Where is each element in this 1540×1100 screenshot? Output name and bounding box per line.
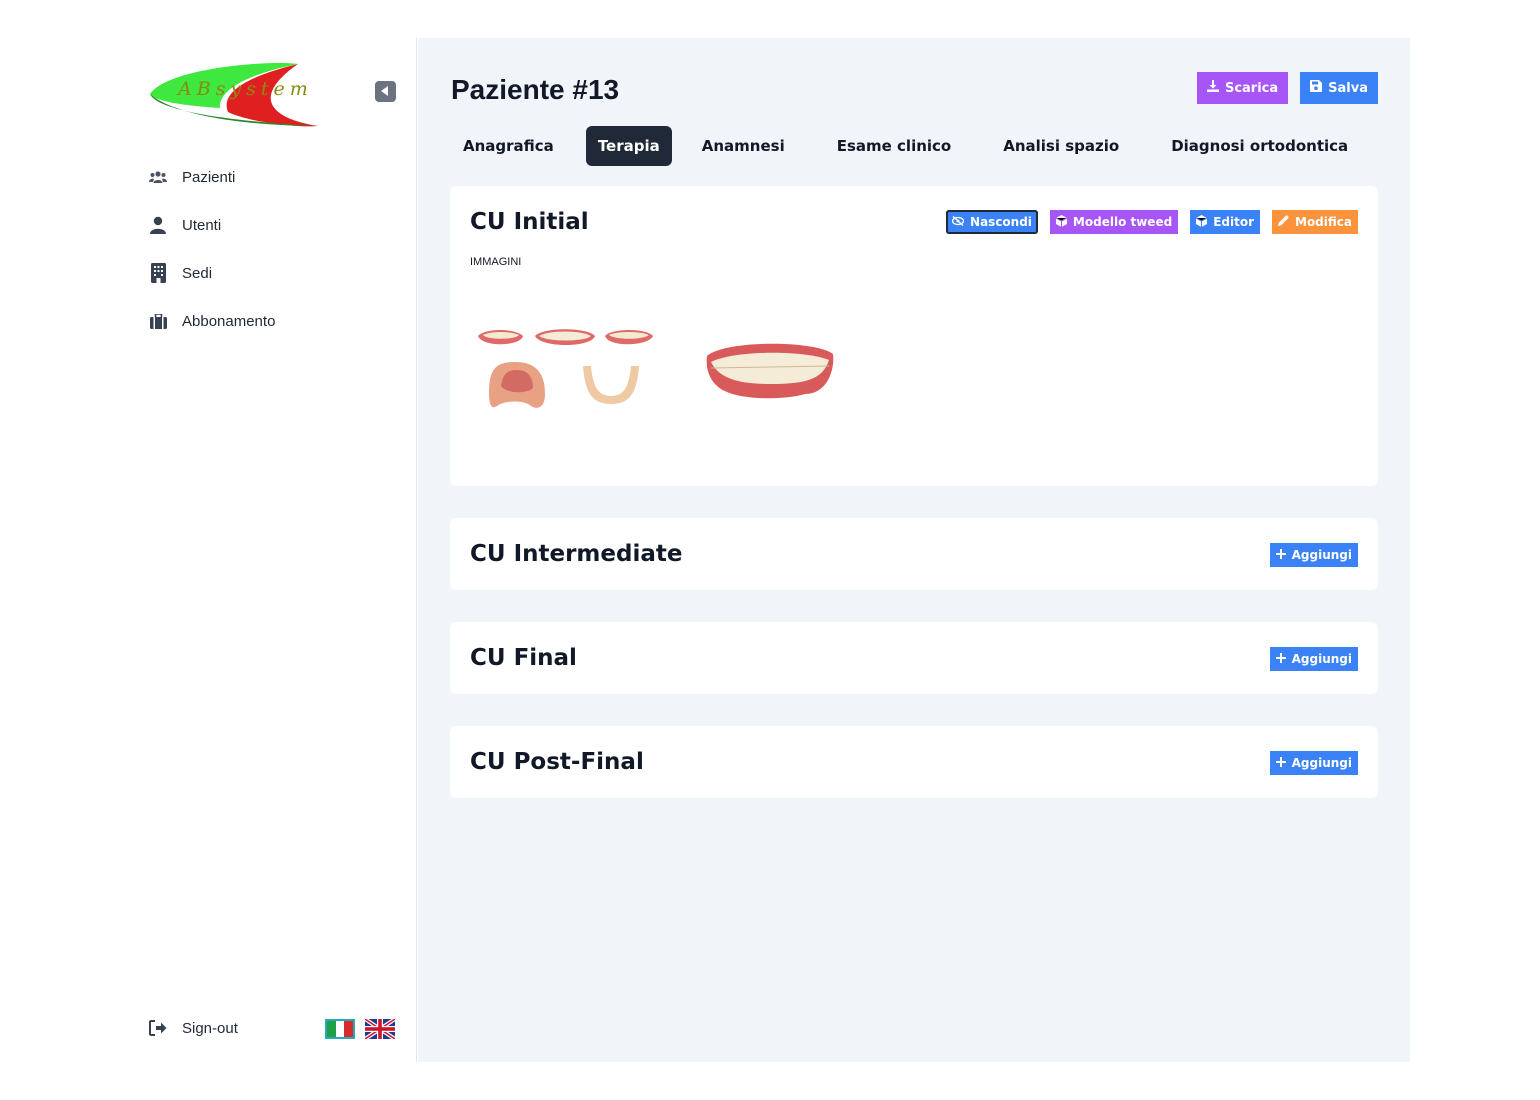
sidebar-item-pazienti[interactable]: Pazienti [148,162,398,192]
sidebar-item-abbonamento[interactable]: Abbonamento [148,306,398,336]
language-switcher [325,1017,397,1041]
sidebar-item-label: Utenti [182,216,222,234]
cu-intermediate-title: CU Intermediate [470,541,683,567]
user-icon [148,215,168,235]
tab-terapia[interactable]: Terapia [585,126,672,166]
dental-photo-collage[interactable] [475,324,655,424]
sidebar-item-label: Pazienti [182,168,236,186]
dental-3d-model-preview[interactable] [705,338,835,400]
download-button[interactable]: Scarica [1196,72,1289,104]
sign-out-icon [148,1018,168,1038]
cu-initial-title: CU Initial [470,209,589,235]
sign-out-label: Sign-out [182,1019,238,1037]
users-icon [148,167,168,187]
page-title: Paziente #13 [451,74,620,105]
add-post-final-button[interactable]: Aggiungi [1269,751,1358,775]
sign-out-button[interactable]: Sign-out [148,1018,238,1038]
plus-icon [1275,548,1286,562]
add-label: Aggiungi [1291,652,1352,666]
images-section-label: IMMAGINI [470,256,522,268]
cu-intermediate-actions: Aggiungi [1269,543,1358,567]
app-root: ABsystem Pazienti Utenti Sedi Abbonament… [130,38,1410,1062]
tab-anamnesi[interactable]: Anamnesi [690,126,797,166]
sidebar-item-utenti[interactable]: Utenti [148,210,398,240]
cu-final-title: CU Final [470,645,577,671]
add-label: Aggiungi [1291,756,1352,770]
header-actions: Scarica Salva [1196,72,1378,104]
save-button[interactable]: Salva [1300,72,1378,104]
edit-button[interactable]: Modifica [1272,210,1358,234]
cu-final-actions: Aggiungi [1269,647,1358,671]
italian-flag-icon[interactable] [325,1019,355,1039]
add-label: Aggiungi [1291,548,1352,562]
editor-button[interactable]: Editor [1190,210,1260,234]
cube-icon [1195,214,1208,230]
pencil-icon [1278,215,1289,229]
logo-text: ABsystem [178,78,313,100]
save-label: Salva [1328,80,1368,96]
briefcase-icon [148,311,168,331]
sidebar: ABsystem Pazienti Utenti Sedi Abbonament… [130,38,417,1062]
add-final-button[interactable]: Aggiungi [1269,647,1358,671]
main-content: Paziente #13 Scarica Salva Anagrafica Te… [418,38,1410,1062]
cu-post-final-title: CU Post-Final [470,749,644,775]
building-icon [148,263,168,283]
cu-initial-actions: Nascondi Modello tweed Editor Modifica [946,210,1358,234]
add-intermediate-button[interactable]: Aggiungi [1269,543,1358,567]
absystem-logo: ABsystem [148,56,348,128]
collapse-sidebar-button[interactable] [375,81,396,102]
hide-button[interactable]: Nascondi [946,210,1038,234]
cu-post-final-card: CU Post-Final Aggiungi [450,726,1378,798]
patient-tabs: Anagrafica Terapia Anamnesi Esame clinic… [451,126,1380,166]
floppy-disk-icon [1310,80,1323,96]
cu-initial-card: CU Initial Nascondi Modello tweed Editor… [450,186,1378,486]
sidebar-item-label: Abbonamento [182,312,276,330]
tab-analisi-spazio[interactable]: Analisi spazio [991,126,1131,166]
sidebar-item-label: Sedi [182,264,213,282]
tweed-model-label: Modello tweed [1072,215,1173,229]
plus-icon [1275,756,1286,770]
cu-final-card: CU Final Aggiungi [450,622,1378,694]
cu-post-final-actions: Aggiungi [1269,751,1358,775]
eye-slash-icon [951,215,965,229]
cube-icon [1055,214,1068,230]
editor-label: Editor [1213,215,1254,229]
sidebar-item-sedi[interactable]: Sedi [148,258,398,288]
tab-esame-clinico[interactable]: Esame clinico [825,126,964,166]
tab-anagrafica[interactable]: Anagrafica [451,126,566,166]
tab-diagnosi-ortodontica[interactable]: Diagnosi ortodontica [1159,126,1360,166]
cu-intermediate-card: CU Intermediate Aggiungi [450,518,1378,590]
download-label: Scarica [1224,80,1279,96]
uk-flag-icon[interactable] [363,1017,397,1041]
plus-icon [1275,652,1286,666]
download-icon [1206,80,1219,96]
tweed-model-button[interactable]: Modello tweed [1049,210,1179,234]
sidebar-nav: Pazienti Utenti Sedi Abbonamento [148,162,398,354]
edit-label: Modifica [1295,215,1352,229]
hide-label: Nascondi [970,215,1032,229]
